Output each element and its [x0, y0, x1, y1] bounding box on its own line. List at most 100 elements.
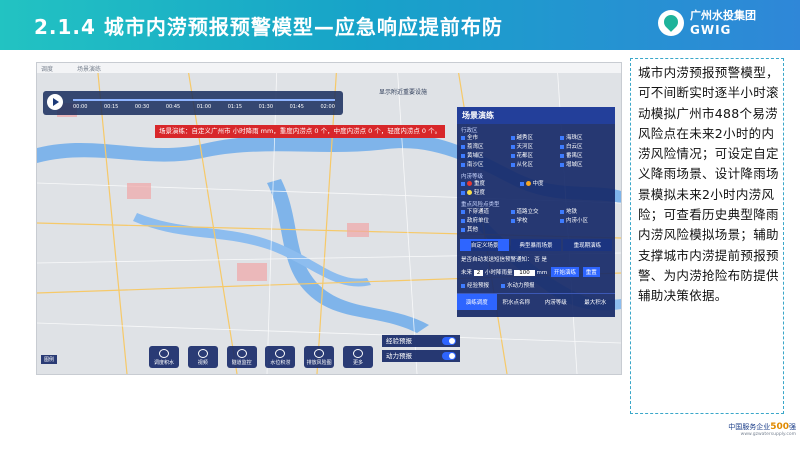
forecast-option-label: 水动力预报 [507, 283, 535, 289]
checkbox-icon[interactable] [560, 153, 564, 158]
type-checkbox[interactable]: 下穿通道 [461, 208, 511, 217]
risk-checkbox[interactable]: 轻度 [461, 189, 511, 198]
timeline-tick[interactable]: 00:45 [166, 104, 180, 110]
district-checkbox-label: 荔湾区 [467, 144, 484, 150]
topbar-scenario[interactable]: 场景演练 [77, 64, 101, 73]
result-tab[interactable]: 最大积水 [576, 294, 616, 310]
checkbox-icon[interactable] [510, 218, 515, 223]
toggle-switch-icon[interactable] [442, 337, 456, 345]
checkbox-icon[interactable] [560, 144, 564, 149]
checkbox-icon[interactable] [560, 162, 564, 167]
checkbox-icon[interactable] [461, 181, 465, 186]
rain-input[interactable]: 100 [514, 270, 535, 276]
risk-checkbox[interactable]: 中度 [519, 180, 570, 189]
district-checkbox[interactable]: 黄埔区 [461, 152, 511, 161]
timeline-tick[interactable]: 01:45 [290, 104, 304, 110]
checkbox-icon[interactable] [461, 190, 465, 195]
toggle-label: 动力预报 [386, 352, 412, 360]
topbar-left[interactable]: 调度 [41, 64, 53, 73]
checkbox-icon[interactable] [461, 162, 465, 167]
duration-select[interactable]: 2 [473, 270, 484, 276]
district-checkbox[interactable]: 增城区 [560, 161, 610, 170]
timeline-tick[interactable]: 01:00 [197, 104, 211, 110]
result-tab[interactable]: 演练调度 [457, 294, 497, 310]
toolbar-button[interactable]: 视频 [187, 346, 218, 368]
toolbar-button[interactable]: 隧道监控 [226, 346, 257, 368]
district-checkbox[interactable]: 越秀区 [510, 134, 561, 143]
risk-dot-icon [467, 190, 472, 195]
type-checkbox[interactable]: 学校 [510, 217, 561, 226]
option-no[interactable]: 否 [534, 257, 540, 263]
district-checkbox[interactable]: 南沙区 [461, 161, 511, 170]
district-checkbox[interactable]: 白云区 [560, 143, 610, 152]
forecast-option[interactable]: 水动力预报 [501, 281, 541, 289]
district-checkbox[interactable]: 天河区 [510, 143, 561, 152]
checkbox-icon[interactable] [461, 283, 465, 288]
type-checkbox[interactable]: 地铁 [560, 208, 610, 217]
toolbar-button[interactable]: 排放风险图 [304, 346, 335, 368]
district-checkbox[interactable]: 花都区 [510, 152, 561, 161]
risk-checkbox[interactable]: 重度 [461, 180, 511, 189]
checkbox-icon[interactable] [560, 218, 564, 223]
legend-button[interactable]: 图例 [41, 355, 58, 364]
result-tab-label: 内涝等级 [544, 300, 567, 306]
scenario-tab[interactable]: 重现期演练 [562, 239, 612, 251]
timeline-player[interactable]: 00:00 00:15 00:30 00:45 01:00 01:15 01:30 01:45… [43, 91, 343, 115]
risk-checkbox-label: 轻度 [474, 190, 486, 196]
start-button[interactable]: 开始演练 [551, 267, 580, 277]
play-icon[interactable] [47, 94, 63, 110]
option-yes[interactable]: 是 [542, 257, 548, 263]
timeline-tick[interactable]: 02:00 [321, 104, 335, 110]
scenario-tab[interactable]: 典型暴雨场景 [511, 239, 561, 251]
timeline-tick[interactable]: 01:15 [228, 104, 242, 110]
toolbar-button[interactable]: 更多 [342, 346, 373, 368]
result-tab[interactable]: 积水点名称 [497, 294, 537, 310]
result-tab[interactable]: 内涝等级 [536, 294, 576, 310]
toolbar-button[interactable]: 调度积水 [149, 346, 179, 368]
risk-label: 内涝等级 [461, 174, 484, 180]
reset-button[interactable]: 重置 [582, 267, 600, 277]
district-checkbox[interactable]: 海珠区 [560, 134, 610, 143]
checkbox-icon[interactable] [461, 153, 465, 158]
toggle-dynamic-forecast[interactable]: 动力预报 [382, 350, 460, 362]
timeline-tick[interactable]: 00:30 [135, 104, 149, 110]
toolbar-button[interactable]: 水位积涝 [265, 346, 296, 368]
footer-slogan: 中国服务企业500强 [728, 422, 796, 432]
checkbox-icon[interactable] [560, 135, 564, 140]
scenario-tab[interactable]: 自定义场景 [460, 239, 510, 251]
checkbox-icon[interactable] [501, 283, 506, 288]
timeline-tick[interactable]: 00:00 [73, 104, 87, 110]
checkbox-icon[interactable] [461, 135, 465, 140]
timeline-tick[interactable]: 00:15 [104, 104, 118, 110]
checkbox-icon[interactable] [461, 218, 465, 223]
district-checkbox[interactable]: 从化区 [510, 161, 561, 170]
district-checkbox[interactable]: 全市 [461, 134, 511, 143]
type-checkbox[interactable]: 道路立交 [510, 208, 561, 217]
checkbox-icon[interactable] [461, 227, 465, 232]
timeline-track[interactable] [73, 99, 335, 101]
checkbox-icon[interactable] [510, 162, 515, 167]
district-checkbox-label: 增城区 [566, 162, 583, 168]
type-checkbox[interactable]: 政府单位 [461, 217, 511, 226]
checkbox-icon[interactable] [461, 209, 465, 214]
toggle-experience-forecast[interactable]: 经验预报 [382, 335, 460, 347]
forecast-option[interactable]: 经验预报 [461, 281, 495, 289]
toolbar-button-label: 排放风险图 [306, 360, 332, 366]
type-checkbox[interactable]: 其他 [461, 226, 511, 235]
checkbox-icon[interactable] [519, 181, 524, 186]
checkbox-icon[interactable] [510, 209, 515, 214]
timeline-tick[interactable]: 01:30 [259, 104, 273, 110]
type-checkbox[interactable]: 内涝小区 [560, 217, 610, 226]
checkbox-icon[interactable] [560, 209, 564, 214]
district-checkbox[interactable]: 荔湾区 [461, 143, 511, 152]
checkbox-icon[interactable] [510, 144, 515, 149]
checkbox-icon[interactable] [461, 144, 465, 149]
bottom-toolbar: 调度积水 视频 隧道监控 水位积涝 排放风险图 更多 [149, 346, 373, 368]
district-checkbox-label: 番禺区 [566, 153, 583, 159]
district-checkbox[interactable]: 番禺区 [560, 152, 610, 161]
toggle-switch-icon[interactable] [442, 352, 456, 360]
checkbox-icon[interactable] [510, 153, 515, 158]
facility-link[interactable]: 显示附近重要设施 [379, 87, 427, 96]
checkbox-icon[interactable] [510, 135, 515, 140]
system-screenshot: 调度 场景演练 显示附近重要设施 00:00 00:15 00:30 00:45 01:… [36, 62, 622, 375]
